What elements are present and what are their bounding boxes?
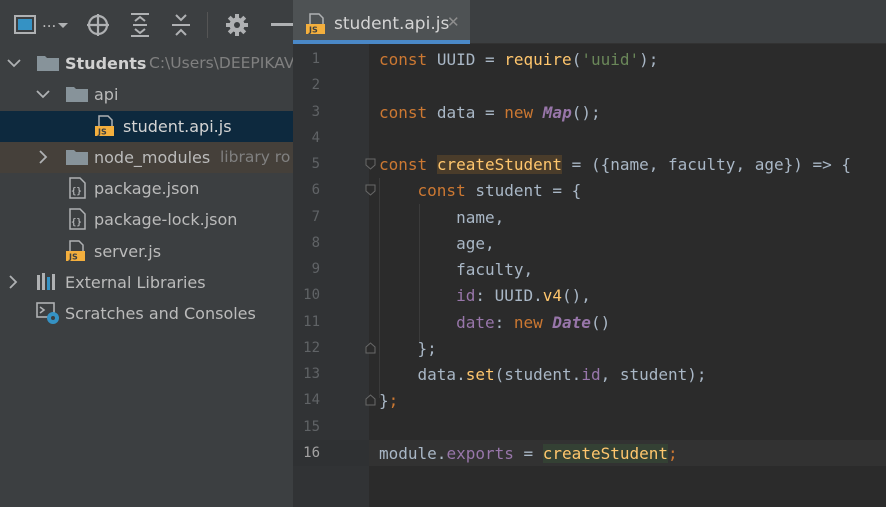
- folder-icon: [37, 56, 59, 71]
- scratches-icon: [36, 302, 59, 324]
- json-file-icon: {}: [69, 177, 86, 199]
- code-line-16[interactable]: module.exports = createStudent;: [379, 444, 678, 463]
- hide-icon[interactable]: [271, 23, 293, 26]
- code-line-5[interactable]: const createStudent = ({name, faculty, a…: [379, 155, 851, 174]
- svg-text:{}: {}: [71, 218, 82, 228]
- project-tool-window: ... Students C:\Users\DEEPIKAV api JS st…: [0, 0, 293, 507]
- json-file-icon: {}: [69, 208, 86, 230]
- line-number: 5: [311, 156, 320, 172]
- line-number: 4: [311, 130, 320, 146]
- fold-marker-icon[interactable]: [365, 184, 376, 196]
- svg-text:JS: JS: [308, 26, 318, 35]
- chevron-down-icon[interactable]: [36, 84, 50, 104]
- line-number: 1: [311, 51, 320, 67]
- expand-all-icon[interactable]: [129, 12, 151, 38]
- code-line-9[interactable]: faculty,: [379, 260, 533, 279]
- chevron-right-icon[interactable]: [36, 147, 50, 167]
- library-icon: [37, 273, 55, 290]
- code-line-8[interactable]: age,: [379, 234, 495, 253]
- line-number: 6: [311, 182, 320, 198]
- locate-icon[interactable]: [85, 12, 111, 38]
- svg-text:JS: JS: [68, 253, 78, 262]
- collapse-all-icon[interactable]: [170, 12, 192, 38]
- line-number: 16: [303, 445, 320, 461]
- code-line-1[interactable]: const UUID = require('uuid');: [379, 50, 658, 69]
- tree-item-students[interactable]: Students C:\Users\DEEPIKAV: [0, 48, 293, 79]
- line-number: 10: [303, 287, 320, 303]
- tree-label: External Libraries: [65, 273, 206, 292]
- tab-student-api-js[interactable]: JS student.api.js ✕: [293, 0, 470, 44]
- tree-label: node_modules: [94, 148, 211, 167]
- tree-label: package-lock.json: [94, 210, 238, 229]
- tree-label: server.js: [94, 242, 162, 261]
- tree-label: student.api.js: [123, 117, 232, 136]
- svg-text:JS: JS: [97, 128, 107, 137]
- line-number: 15: [303, 419, 320, 435]
- folder-icon: [66, 150, 88, 165]
- project-view-icon: [14, 15, 36, 34]
- tree-label: Students: [65, 54, 147, 73]
- tab-label: student.api.js: [334, 14, 450, 34]
- code-line-6[interactable]: const student = {: [379, 181, 582, 200]
- tree-item-server-js[interactable]: JS server.js: [0, 236, 293, 267]
- editor-tab-bar: JS student.api.js ✕: [293, 0, 886, 44]
- fold-marker-icon[interactable]: [365, 394, 376, 406]
- project-toolbar: ...: [0, 0, 293, 48]
- line-number: 9: [311, 261, 320, 277]
- svg-text:{}: {}: [71, 187, 82, 197]
- editor-area: JS student.api.js ✕ 1 2 3 4 5 6 7 8 9 10…: [293, 0, 886, 507]
- tree-label: Scratches and Consoles: [65, 304, 256, 323]
- line-number: 14: [303, 392, 320, 408]
- line-number: 3: [311, 104, 320, 120]
- line-number: 11: [303, 314, 320, 330]
- javascript-file-icon: JS: [306, 13, 325, 35]
- close-icon[interactable]: ✕: [447, 13, 460, 31]
- line-number: 2: [311, 77, 320, 93]
- tree-item-package-json[interactable]: {} package.json: [0, 173, 293, 204]
- javascript-file-icon: JS: [66, 240, 85, 262]
- code-line-10[interactable]: id: UUID.v4(),: [379, 286, 591, 305]
- tree-item-external-libraries[interactable]: External Libraries: [0, 267, 293, 298]
- code-line-12[interactable]: };: [379, 339, 437, 358]
- chevron-down-icon[interactable]: [7, 53, 21, 73]
- tree-label: package.json: [94, 179, 200, 198]
- tree-item-student-api-js[interactable]: JS student.api.js: [0, 111, 293, 142]
- javascript-file-icon: JS: [95, 115, 114, 137]
- line-number: 13: [303, 366, 320, 382]
- keyword: const: [379, 50, 428, 69]
- chevron-down-icon: [58, 23, 68, 28]
- fold-marker-icon[interactable]: [365, 158, 376, 170]
- fold-marker-icon[interactable]: [365, 342, 376, 354]
- view-menu-label: ...: [42, 13, 57, 31]
- identifier-highlight: createStudent: [436, 155, 563, 174]
- settings-icon[interactable]: [225, 12, 249, 38]
- string-literal: 'uuid': [581, 50, 640, 69]
- code-line-7[interactable]: name,: [379, 208, 504, 227]
- project-path: C:\Users\DEEPIKAV: [149, 54, 293, 72]
- chevron-right-icon[interactable]: [6, 272, 20, 292]
- library-root-note: library ro: [220, 148, 291, 166]
- tree-item-node-modules[interactable]: node_modules library ro: [0, 142, 293, 173]
- tree-item-api[interactable]: api: [0, 79, 293, 110]
- line-number: 12: [303, 340, 320, 356]
- tree-label: api: [94, 85, 119, 104]
- code-line-13[interactable]: data.set(student.id, student);: [379, 365, 707, 384]
- code-line-11[interactable]: date: new Date(): [379, 313, 610, 332]
- code-line-3[interactable]: const data = new Map();: [379, 103, 601, 122]
- folder-icon: [66, 87, 88, 102]
- code-line-14[interactable]: };: [379, 391, 398, 410]
- line-number: 7: [311, 209, 320, 225]
- tree-item-package-lock-json[interactable]: {} package-lock.json: [0, 204, 293, 235]
- tree-item-scratches-and-consoles[interactable]: Scratches and Consoles: [0, 298, 293, 329]
- project-view-selector[interactable]: ...: [14, 12, 68, 38]
- line-number: 8: [311, 235, 320, 251]
- toolbar-separator: [207, 12, 208, 38]
- identifier-highlight: createStudent: [542, 444, 669, 463]
